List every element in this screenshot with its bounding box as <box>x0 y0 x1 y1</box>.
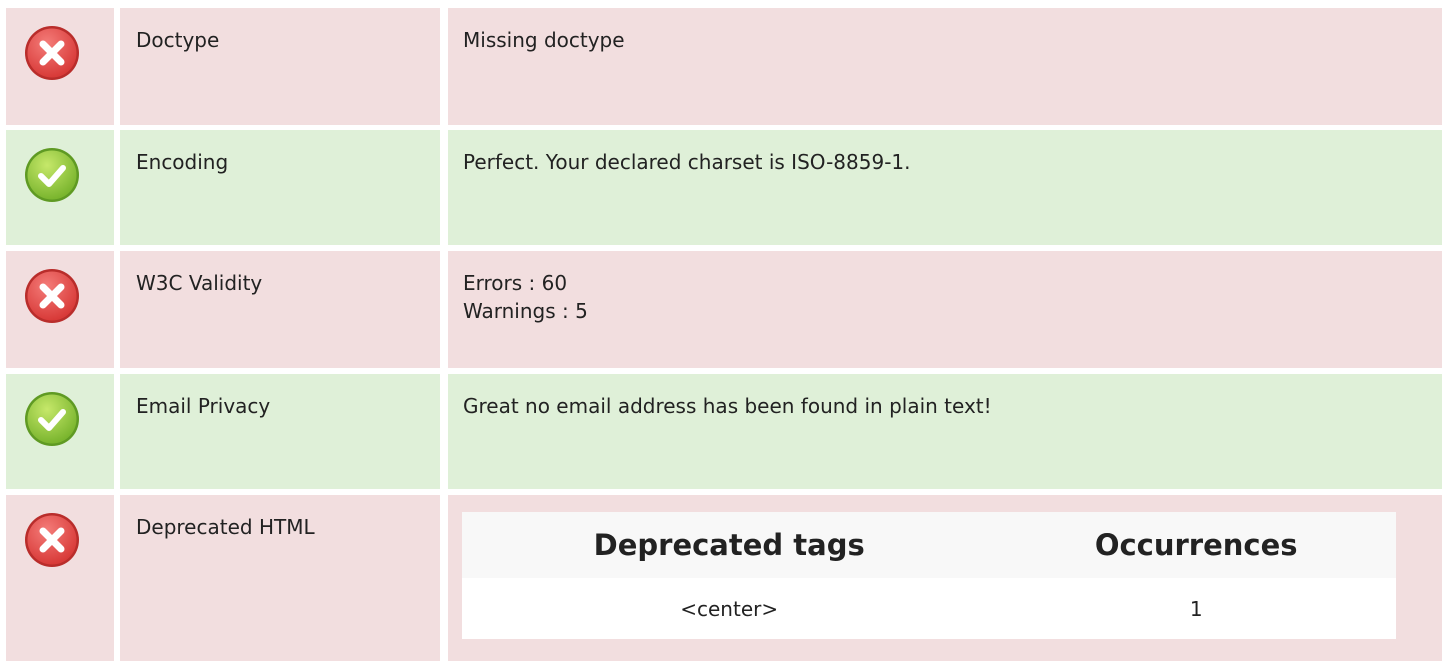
deprecated-tags-table: Deprecated tags Occurrences <center> 1 <box>462 512 1396 639</box>
audit-row-encoding: Encoding Perfect. Your declared charset … <box>6 130 1442 245</box>
check-result-cell: Missing doctype <box>448 8 1442 125</box>
check-result: Perfect. Your declared charset is ISO-88… <box>463 148 911 176</box>
success-check-icon <box>25 392 79 446</box>
check-result: Missing doctype <box>463 26 625 54</box>
check-result: Errors : 60 Warnings : 5 <box>463 269 588 325</box>
table-header-row: Deprecated tags Occurrences <box>462 512 1396 578</box>
check-name-cell: Encoding <box>120 130 440 245</box>
check-name: Encoding <box>136 150 229 174</box>
audit-row-doctype: Doctype Missing doctype <box>6 8 1442 125</box>
deprecated-tag-cell: <center> <box>462 578 997 639</box>
check-name-cell: W3C Validity <box>120 251 440 368</box>
errors-count: Errors : 60 <box>463 271 568 295</box>
warnings-count: Warnings : 5 <box>463 299 588 323</box>
check-result-cell: Perfect. Your declared charset is ISO-88… <box>448 130 1442 245</box>
status-cell <box>6 251 114 368</box>
check-name-cell: Email Privacy <box>120 374 440 489</box>
result-line: Great no email address has been found in… <box>463 394 992 418</box>
column-header-deprecated-tags: Deprecated tags <box>462 512 997 578</box>
audit-row-email-privacy: Email Privacy Great no email address has… <box>6 374 1442 489</box>
success-check-icon <box>25 148 79 202</box>
check-name: W3C Validity <box>136 271 263 295</box>
check-name-cell: Deprecated HTML <box>120 495 440 661</box>
check-result-cell: Great no email address has been found in… <box>448 374 1442 489</box>
check-result-cell: Errors : 60 Warnings : 5 <box>448 251 1442 368</box>
status-cell <box>6 374 114 489</box>
check-result-cell: Deprecated tags Occurrences <center> 1 <box>448 495 1442 661</box>
error-x-icon <box>25 26 79 80</box>
seo-audit-results: Doctype Missing doctype Encoding Perfect… <box>0 0 1448 661</box>
check-result: Great no email address has been found in… <box>463 392 992 420</box>
status-cell <box>6 8 114 125</box>
error-x-icon <box>25 269 79 323</box>
audit-row-w3c-validity: W3C Validity Errors : 60 Warnings : 5 <box>6 251 1442 368</box>
check-name: Email Privacy <box>136 394 271 418</box>
column-header-occurrences: Occurrences <box>996 512 1396 578</box>
audit-row-deprecated-html: Deprecated HTML Deprecated tags Occurren… <box>6 495 1442 661</box>
result-line: Perfect. Your declared charset is ISO-88… <box>463 150 911 174</box>
result-line: Missing doctype <box>463 28 625 52</box>
error-x-icon <box>25 513 79 567</box>
status-cell <box>6 495 114 661</box>
status-cell <box>6 130 114 245</box>
occurrences-cell: 1 <box>996 578 1396 639</box>
table-row: <center> 1 <box>462 578 1396 639</box>
check-name-cell: Doctype <box>120 8 440 125</box>
check-name: Doctype <box>136 28 220 52</box>
check-name: Deprecated HTML <box>136 515 315 539</box>
